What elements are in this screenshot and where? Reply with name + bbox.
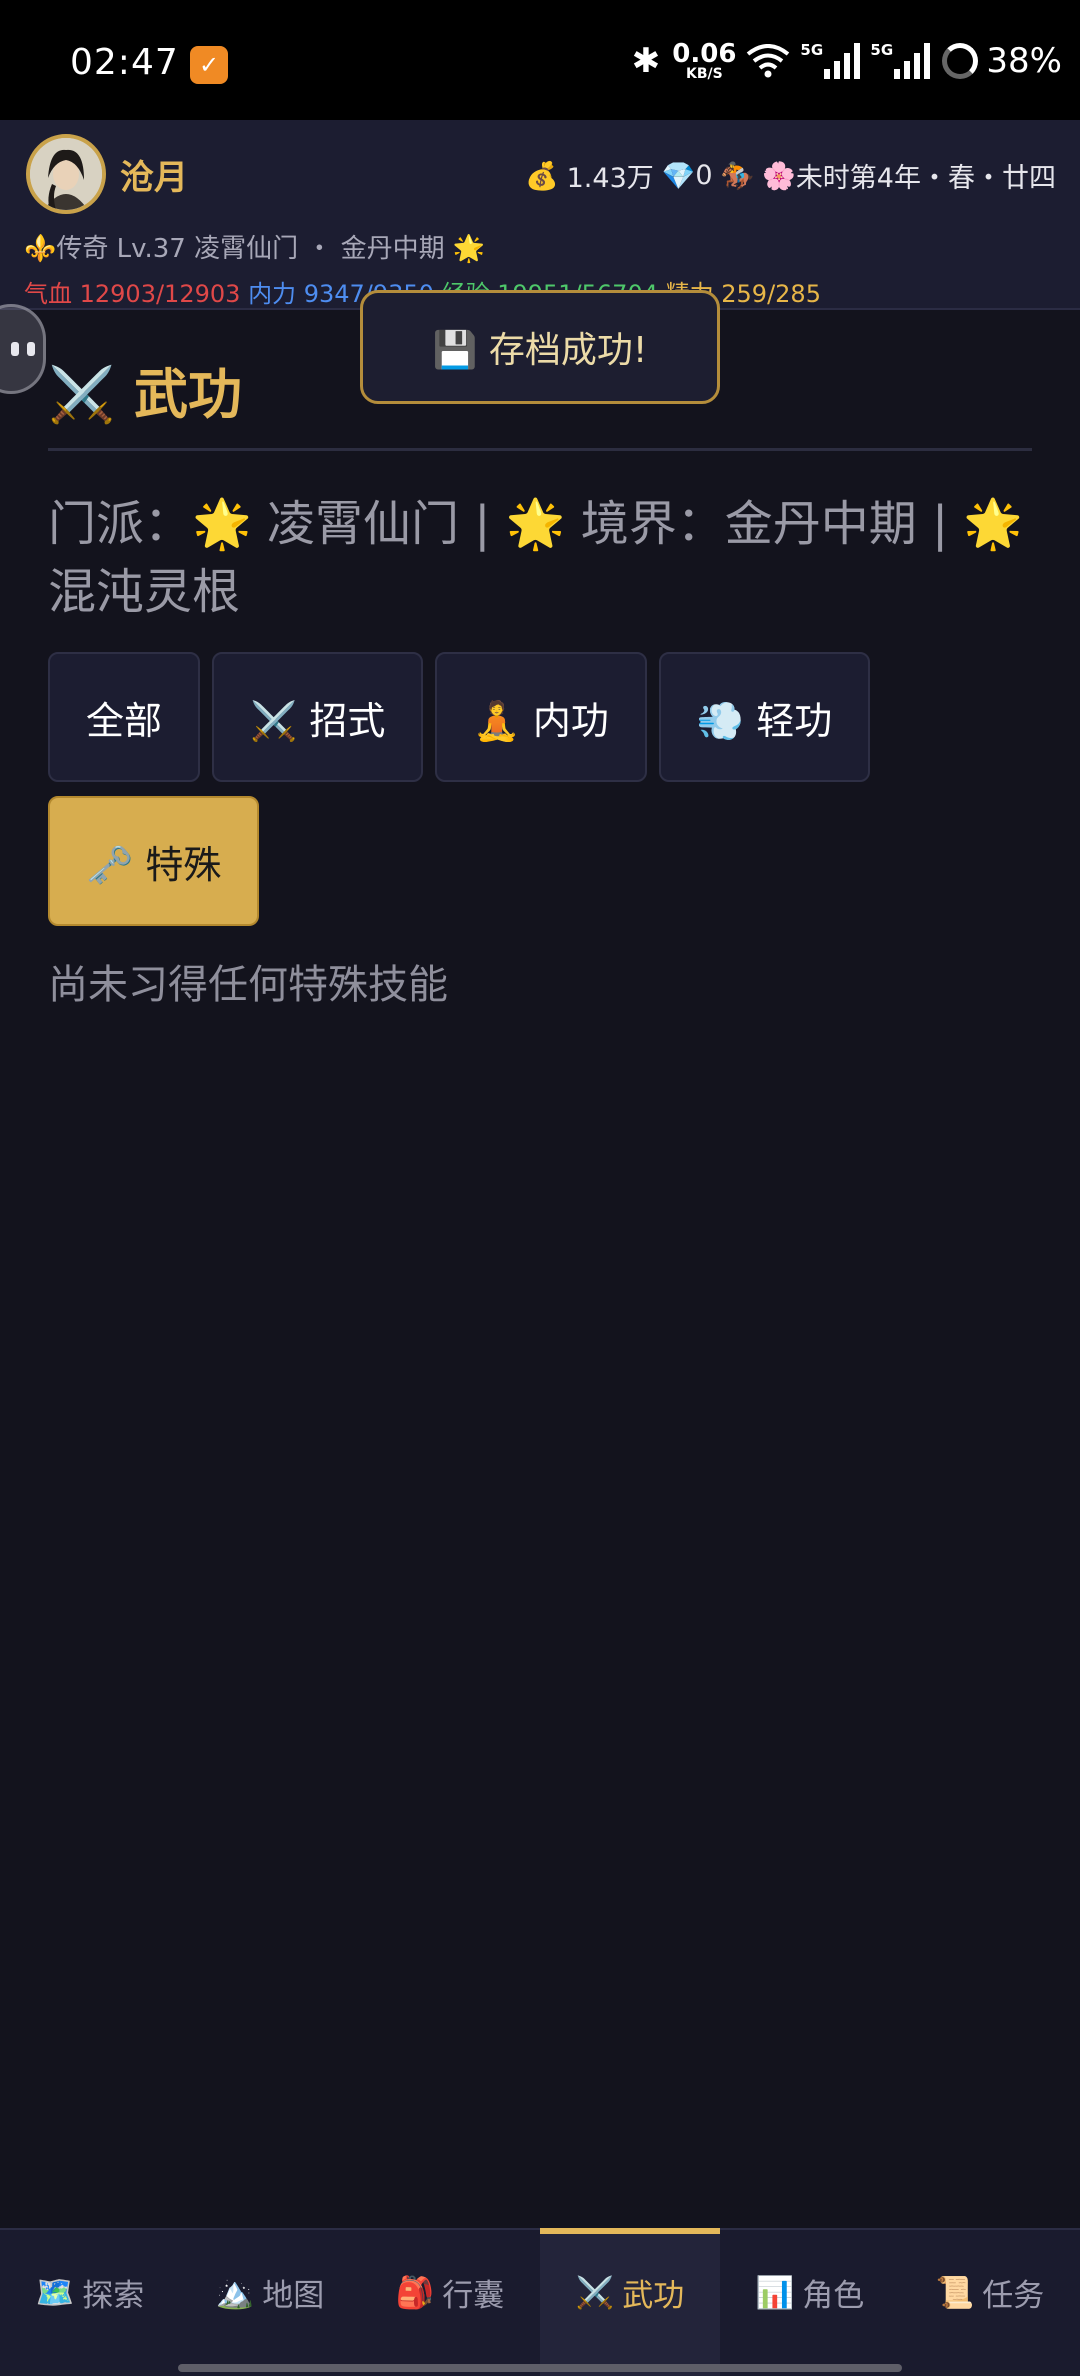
battery-icon — [942, 43, 979, 79]
chart-icon: 📊 — [755, 2274, 795, 2311]
app-notification-icon: ✓ — [190, 46, 228, 84]
tab-label: 行囊 — [442, 2277, 505, 2314]
mount-icon: 🏇 — [720, 160, 755, 192]
filter-moves-button[interactable]: ⚔️ 招式 — [212, 652, 424, 782]
mountain-icon: 🏔️ — [215, 2274, 255, 2311]
tab-quests[interactable]: 📜 任务 — [900, 2230, 1080, 2376]
signal-icon-2: 5G — [870, 41, 931, 79]
filter-special-button[interactable]: 🗝️ 特殊 — [48, 796, 260, 926]
money-icon: 💰 — [525, 160, 559, 192]
signal-icon-1: 5G — [800, 41, 861, 79]
skill-filter-tabs: 全部 ⚔️ 招式 🧘 内功 💨 轻功 🗝️ 特殊 — [48, 652, 1038, 926]
network-speed: 0.06 KB/S — [672, 39, 737, 82]
tab-character[interactable]: 📊 角色 — [720, 2230, 900, 2376]
gem-value: 0 — [695, 160, 713, 191]
tab-martial-arts[interactable]: ⚔️ 武功 — [540, 2228, 720, 2376]
divider — [48, 448, 1032, 451]
profile-text: 传奇 Lv.37 凌霄仙门 ・ 金丹中期 🌟 — [56, 234, 486, 264]
wifi-icon — [747, 44, 790, 78]
status-bar: 02:47 ✓ ✱ 0.06 KB/S 5G 5G 38% — [0, 0, 1080, 120]
character-name: 沧月 — [120, 158, 188, 198]
title-icon: ⚜️ — [24, 234, 57, 264]
page-title: ⚔️ 武功 — [48, 362, 243, 426]
game-time: 未时第4年・春・廿四 — [795, 163, 1056, 194]
empty-state-message: 尚未习得任何特殊技能 — [48, 962, 448, 1008]
battery-percent: 38% — [986, 41, 1062, 81]
gem-icon: 💎 — [661, 160, 696, 192]
backpack-icon: 🎒 — [395, 2274, 435, 2311]
tab-label: 任务 — [982, 2277, 1045, 2314]
status-time: 02:47 — [70, 42, 179, 83]
character-header: 沧月 💰 1.43万 💎 0 🏇 🌸 未时第4年・春・廿四 ⚜️传奇 Lv.37… — [0, 120, 1080, 394]
swords-icon: ⚔️ — [575, 2274, 615, 2311]
scroll-icon: 📜 — [935, 2274, 975, 2311]
tab-explore[interactable]: 🗺️ 探索 — [0, 2230, 180, 2376]
map-icon: 🗺️ — [35, 2274, 75, 2311]
tab-label: 角色 — [802, 2277, 865, 2314]
tab-inventory[interactable]: 🎒 行囊 — [360, 2230, 540, 2376]
tab-map[interactable]: 🏔️ 地图 — [180, 2230, 360, 2376]
avatar[interactable] — [26, 134, 106, 214]
bottom-nav: 🗺️ 探索 🏔️ 地图 🎒 行囊 ⚔️ 武功 📊 角色 📜 任务 — [0, 2228, 1080, 2376]
money-value: 1.43万 — [566, 163, 654, 194]
home-indicator[interactable] — [178, 2364, 902, 2372]
character-profile: ⚜️传奇 Lv.37 凌霄仙门 ・ 金丹中期 🌟 — [24, 228, 485, 265]
flower-icon: 🌸 — [762, 160, 796, 192]
status-icons: ✱ 0.06 KB/S 5G 5G 38% — [632, 36, 1080, 86]
tab-label: 地图 — [262, 2277, 325, 2314]
sect-realm-info: 门派：🌟 凌霄仙门 | 🌟 境界：金丹中期 | 🌟 混沌灵根 — [48, 496, 1024, 620]
filter-lightness-button[interactable]: 💨 轻功 — [658, 652, 871, 782]
resources: 💰 1.43万 💎 0 🏇 🌸 未时第4年・春・廿四 — [525, 156, 1056, 195]
floating-assistant-button[interactable] — [0, 304, 46, 394]
tab-label: 武功 — [622, 2277, 685, 2314]
hp-stat: 气血 12903/12903 — [24, 280, 241, 308]
tab-label: 探索 — [82, 2277, 145, 2314]
filter-inner-button[interactable]: 🧘 内功 — [435, 652, 647, 782]
save-success-toast: 💾 存档成功! — [360, 290, 720, 404]
bluetooth-icon: ✱ — [631, 41, 661, 81]
filter-all-button[interactable]: 全部 — [48, 652, 201, 782]
